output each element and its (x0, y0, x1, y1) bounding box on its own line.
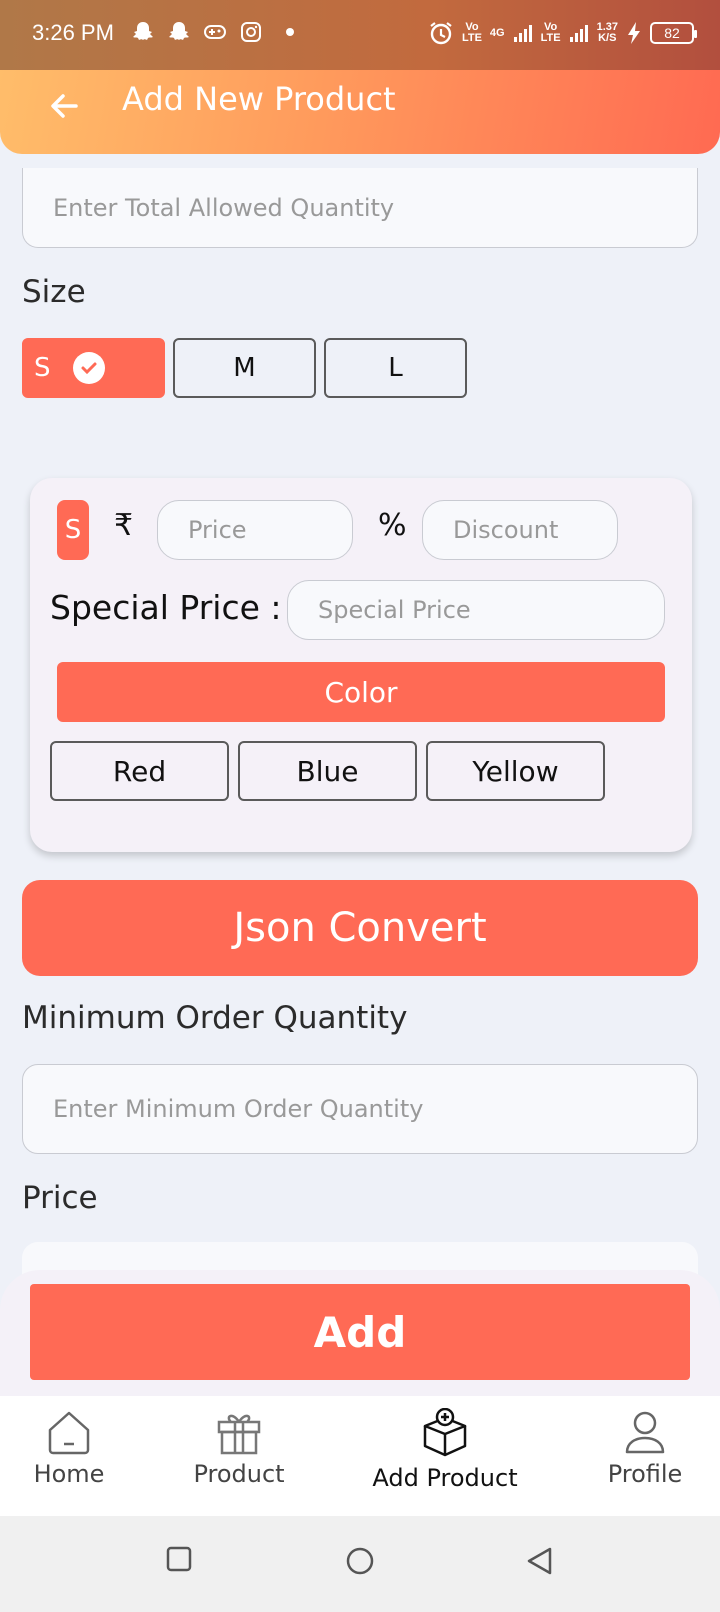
size-variant-card: S ₹ Price % Discount Special Price : Spe… (30, 478, 692, 852)
snapchat-icon (133, 22, 153, 40)
special-price-placeholder: Special Price (318, 596, 471, 624)
status-time: 3:26 PM (32, 20, 114, 45)
notification-icons (132, 20, 294, 44)
nav-item-product[interactable]: Product (154, 1408, 324, 1488)
special-price-input[interactable]: Special Price (287, 580, 665, 640)
page-title: Add New Product (122, 80, 396, 118)
system-navigation-bar (0, 1516, 720, 1612)
size-option-label: M (233, 353, 256, 383)
size-option-label: L (388, 353, 403, 383)
signal-icon (513, 25, 532, 42)
min-order-quantity-placeholder: Enter Minimum Order Quantity (53, 1095, 424, 1123)
min-order-quantity-label: Minimum Order Quantity (22, 1000, 408, 1036)
status-bar: 3:26 PM Vo LTE 4G Vo LTE 1.37 K/S 82 (0, 0, 720, 72)
nav-item-label: Home (33, 1460, 105, 1488)
color-selector: Red Blue Yellow (50, 741, 605, 801)
percent-symbol: % (378, 508, 407, 543)
rupee-symbol: ₹ (114, 508, 134, 543)
add-box-icon (423, 1408, 467, 1457)
min-order-quantity-input[interactable]: Enter Minimum Order Quantity (22, 1064, 698, 1154)
total-allowed-quantity-input[interactable]: Enter Total Allowed Quantity (22, 168, 698, 248)
recent-apps-icon[interactable] (166, 1546, 192, 1572)
nav-item-label: Add Product (372, 1464, 518, 1492)
volte-label: Vo LTE (461, 21, 482, 44)
volte-label-2: Vo LTE (540, 21, 561, 44)
discount-input[interactable]: Discount (422, 500, 618, 560)
system-status-icons: Vo LTE 4G Vo LTE 1.37 K/S 82 (428, 20, 697, 46)
size-option-label: S (34, 353, 51, 383)
price-placeholder: Price (188, 516, 247, 544)
back-triangle-icon[interactable] (525, 1546, 555, 1576)
size-label: Size (22, 274, 86, 310)
color-header: Color (57, 662, 665, 722)
price-label: Price (22, 1180, 98, 1216)
charging-icon (628, 22, 640, 44)
nav-item-home[interactable]: Home (0, 1408, 154, 1488)
app-header: Add New Product (0, 70, 720, 154)
instagram-icon (241, 22, 261, 42)
alarm-icon (430, 22, 452, 45)
more-notifications-dot (286, 28, 294, 36)
home-circle-icon[interactable] (345, 1546, 375, 1576)
nav-item-add-product[interactable]: Add Product (360, 1408, 530, 1492)
size-selector: S M L (22, 338, 467, 398)
add-button[interactable]: Add (30, 1284, 690, 1380)
variant-size-chip: S (57, 500, 89, 560)
bottom-navigation: Home Product Add Product Profile (0, 1396, 720, 1516)
gift-icon (217, 1414, 261, 1455)
signal-icon-2 (569, 25, 588, 42)
color-option-red[interactable]: Red (50, 741, 229, 801)
gamepad-icon (204, 25, 226, 39)
check-circle-icon (72, 352, 105, 384)
discount-placeholder: Discount (453, 516, 559, 544)
size-option-s[interactable]: S (22, 338, 165, 398)
nav-item-label: Profile (607, 1460, 683, 1488)
home-icon (48, 1411, 90, 1455)
json-convert-button[interactable]: Json Convert (22, 880, 698, 976)
special-price-label: Special Price : (50, 588, 282, 627)
size-option-l[interactable]: L (324, 338, 467, 398)
color-option-yellow[interactable]: Yellow (426, 741, 605, 801)
person-icon (625, 1411, 665, 1454)
nav-item-label: Product (193, 1460, 285, 1488)
network-speed: 1.37 K/S (596, 21, 618, 44)
snapchat-icon (169, 22, 189, 40)
battery-icon: 82 (650, 22, 697, 44)
total-allowed-quantity-placeholder: Enter Total Allowed Quantity (53, 193, 395, 222)
nav-item-profile[interactable]: Profile (560, 1408, 720, 1488)
color-option-blue[interactable]: Blue (238, 741, 417, 801)
price-input[interactable]: Price (157, 500, 353, 560)
network-4g-label: 4G (489, 26, 505, 39)
size-option-m[interactable]: M (173, 338, 316, 398)
back-arrow-icon[interactable] (46, 88, 82, 124)
